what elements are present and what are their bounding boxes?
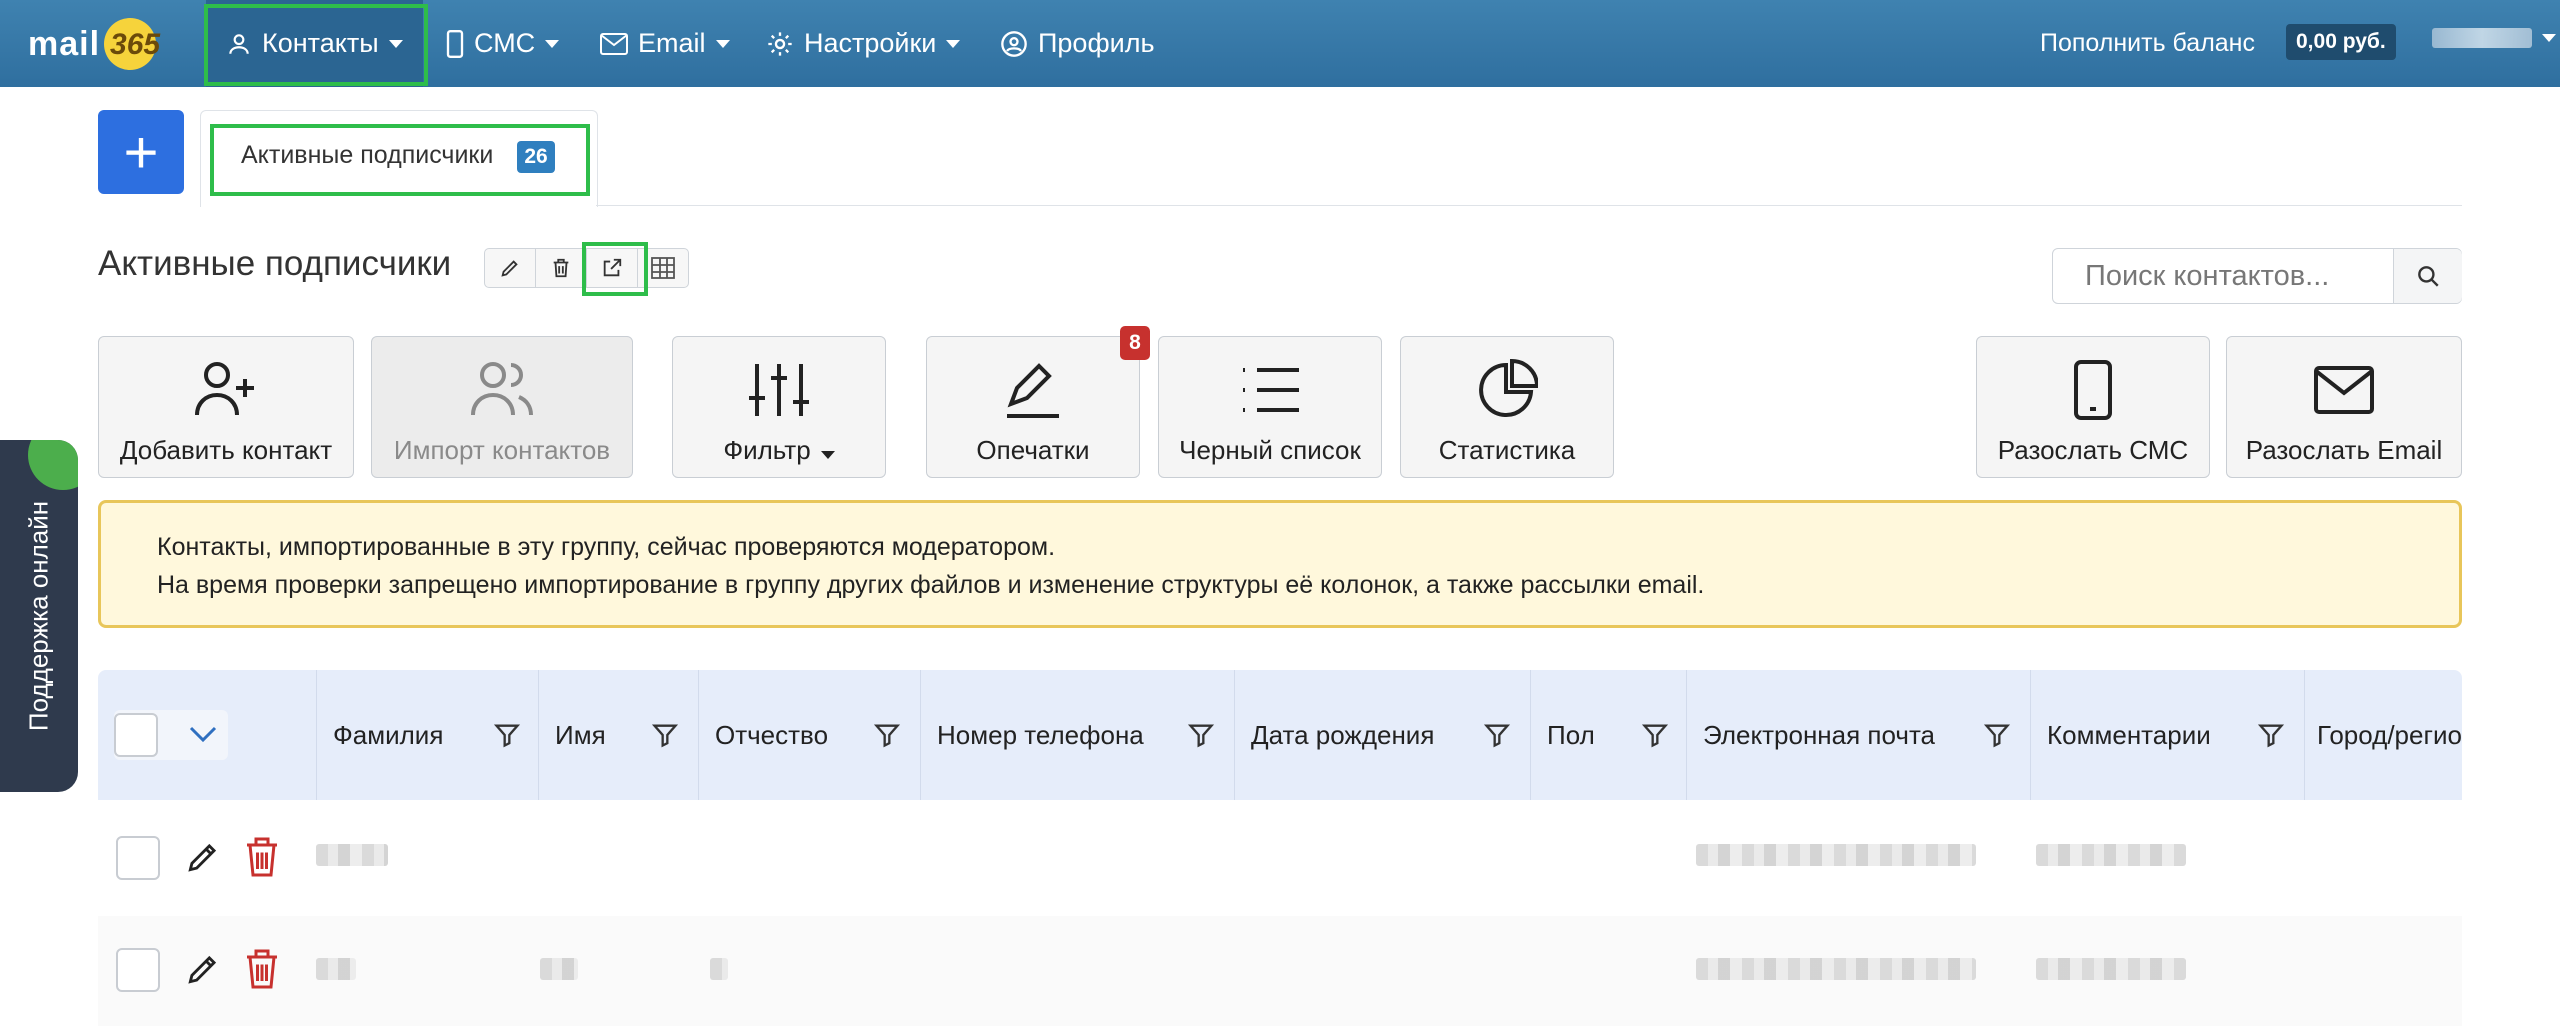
alert-line-1: Контакты, импортированные в эту группу, …	[157, 533, 1056, 561]
users-icon	[471, 362, 533, 416]
envelope-icon	[2314, 366, 2374, 414]
mobile-icon	[2074, 360, 2112, 420]
edit-group-button[interactable]	[484, 248, 536, 288]
chevron-down-icon	[820, 451, 835, 459]
user-icon	[229, 33, 249, 54]
import-contacts-button[interactable]: Импорт контактов	[371, 336, 633, 478]
pencil-icon	[501, 260, 518, 277]
column-header[interactable]: Номер телефона	[920, 670, 1234, 800]
external-link-icon	[603, 258, 622, 277]
nav-contacts[interactable]: Контакты	[206, 0, 423, 87]
logo[interactable]: mail 365	[28, 14, 168, 74]
envelope-icon	[600, 32, 628, 55]
tab-count-badge: 26	[517, 141, 555, 173]
nav-email[interactable]: Email	[600, 0, 730, 87]
redacted-value	[316, 844, 388, 866]
filter-icon[interactable]	[651, 721, 679, 749]
phone-icon	[446, 29, 464, 58]
filter-icon[interactable]	[873, 721, 901, 749]
top-navbar: mail 365 Контакты СМС Email Настройки Пр…	[0, 0, 2560, 87]
user-plus-icon	[195, 362, 254, 416]
add-contact-button[interactable]: Добавить контакт	[98, 336, 354, 478]
column-header[interactable]: Фамилия	[316, 670, 538, 800]
column-header[interactable]: Дата рождения	[1234, 670, 1530, 800]
group-toolbar	[484, 248, 689, 288]
sliders-icon	[749, 364, 809, 416]
column-header[interactable]: Комментарии	[2030, 670, 2304, 800]
balance-badge: 0,00 руб.	[2286, 24, 2396, 60]
plus-icon: +	[123, 118, 159, 186]
table-row[interactable]	[98, 916, 2462, 1026]
pen-icon	[1007, 363, 1059, 418]
add-group-button[interactable]: +	[98, 110, 184, 194]
select-all-checkbox[interactable]	[114, 713, 158, 757]
column-header[interactable]: Имя	[538, 670, 698, 800]
redacted-value	[2036, 844, 2186, 866]
alert-line-2: На время проверки запрещено импортирован…	[157, 571, 1705, 599]
trash-icon[interactable]	[244, 836, 280, 878]
chevron-down-icon	[2542, 34, 2556, 42]
online-support-tab[interactable]: Поддержка онлайн	[0, 440, 78, 792]
filter-button[interactable]: Фильтр	[672, 336, 886, 478]
filter-icon[interactable]	[1187, 721, 1215, 749]
column-header[interactable]: Электронная почта	[1686, 670, 2030, 800]
select-all-control[interactable]	[114, 710, 228, 760]
blacklist-button[interactable]: Черный список	[1158, 336, 1382, 478]
pencil-icon[interactable]	[184, 950, 222, 988]
filter-icon[interactable]	[493, 721, 521, 749]
redacted-value	[2036, 958, 2186, 980]
list-icon	[1243, 368, 1299, 412]
row-checkbox[interactable]	[116, 948, 160, 992]
row-checkbox[interactable]	[116, 836, 160, 880]
user-circle-icon	[1001, 30, 1027, 57]
redacted-value	[316, 958, 356, 980]
filter-icon[interactable]	[1483, 721, 1511, 749]
trash-icon	[553, 258, 569, 278]
nav-settings[interactable]: Настройки	[766, 0, 961, 87]
export-group-button[interactable]	[586, 248, 638, 288]
send-email-button[interactable]: Разослать Email	[2226, 336, 2462, 478]
top-up-balance-link[interactable]: Пополнить баланс	[2040, 22, 2255, 64]
trash-icon[interactable]	[244, 948, 280, 990]
redacted-value	[1696, 844, 1976, 866]
redacted-value	[710, 958, 728, 980]
column-header[interactable]: Пол	[1530, 670, 1686, 800]
table-icon	[651, 257, 675, 279]
redacted-value	[540, 958, 578, 980]
tabs-divider	[596, 205, 2462, 206]
column-header[interactable]: Отчество	[698, 670, 920, 800]
typos-count-badge: 8	[1120, 326, 1150, 360]
filter-icon[interactable]	[2257, 721, 2285, 749]
support-accent	[28, 440, 78, 490]
redacted-value	[1696, 958, 1976, 980]
nav-profile[interactable]: Профиль	[1000, 0, 1155, 87]
gear-icon	[768, 31, 792, 56]
table-row[interactable]	[98, 800, 2462, 910]
chevron-down-icon[interactable]	[188, 724, 218, 744]
user-menu[interactable]	[2432, 28, 2556, 48]
send-sms-button[interactable]: Разослать СМС	[1976, 336, 2210, 478]
tab-active-subscribers[interactable]: Активные подписчики 26	[200, 110, 598, 207]
search-icon	[2418, 266, 2439, 287]
pencil-icon[interactable]	[184, 838, 222, 876]
typos-button[interactable]: Опечатки	[926, 336, 1140, 478]
table-settings-button[interactable]	[637, 248, 689, 288]
moderation-alert: Контакты, импортированные в эту группу, …	[98, 500, 2462, 628]
contact-search	[2052, 248, 2462, 304]
page-title: Активные подписчики	[98, 244, 452, 283]
pie-chart-icon	[1479, 359, 1538, 417]
nav-sms[interactable]: СМС	[446, 0, 560, 87]
search-input[interactable]	[2053, 249, 2393, 303]
table-header: Фамилия Имя Отчество Номер телефона Дата…	[98, 670, 2462, 800]
username-redacted	[2432, 28, 2532, 48]
filter-icon[interactable]	[1641, 721, 1669, 749]
statistics-button[interactable]: Статистика	[1400, 336, 1614, 478]
filter-icon[interactable]	[1983, 721, 2011, 749]
search-button[interactable]	[2393, 249, 2462, 303]
delete-group-button[interactable]	[535, 248, 587, 288]
column-header[interactable]: Город/регион	[2304, 670, 2462, 800]
